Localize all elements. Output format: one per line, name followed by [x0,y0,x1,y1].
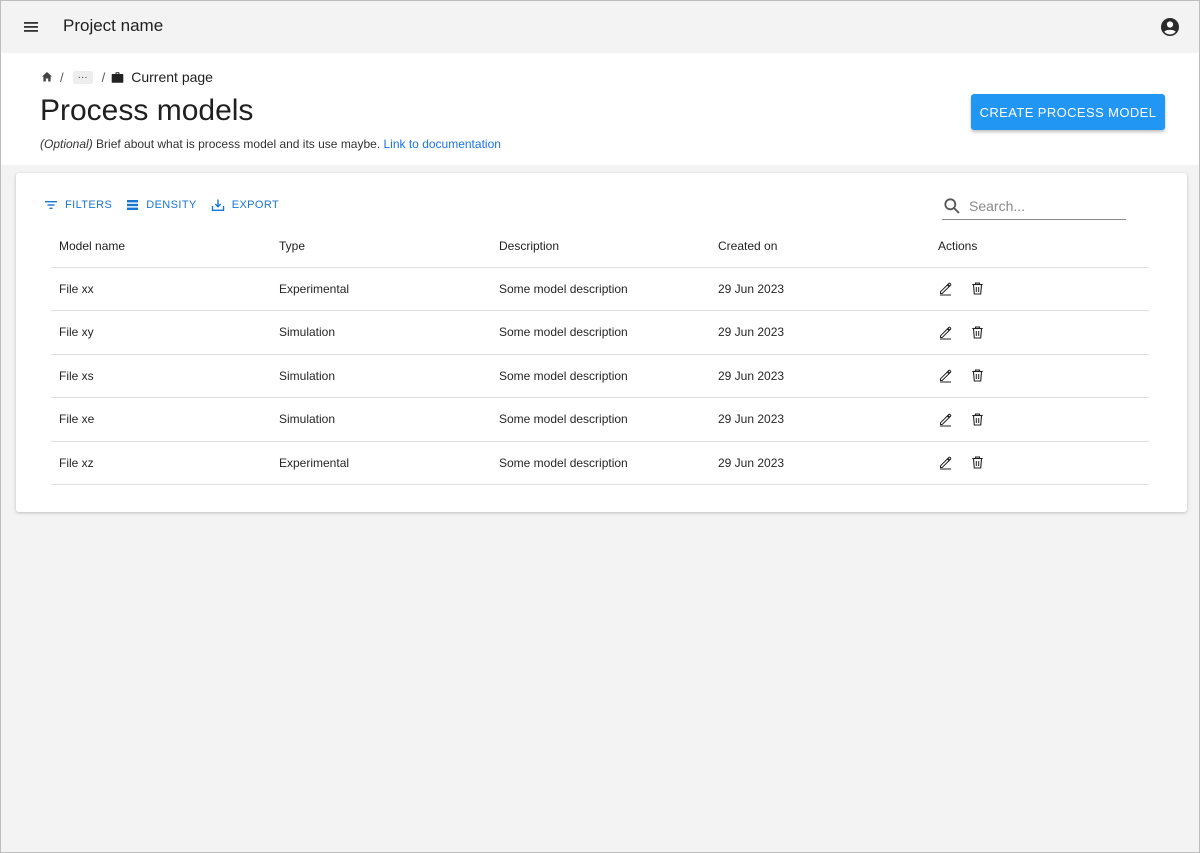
cell-created-on: 29 Jun 2023 [710,310,930,355]
cell-description: Some model description [491,267,710,311]
documentation-link[interactable]: Link to documentation [384,137,501,151]
filters-label: FILTERS [65,199,113,211]
cell-created-on: 29 Jun 2023 [710,267,930,311]
breadcrumb-separator: / [60,69,64,85]
create-process-model-button[interactable]: CREATE PROCESS MODEL [971,94,1165,130]
delete-icon[interactable] [970,455,985,470]
cell-created-on: 29 Jun 2023 [710,441,930,485]
optional-label: (Optional) [40,137,93,151]
account-circle-icon[interactable] [1159,16,1181,38]
breadcrumb-ellipsis[interactable]: ··· [72,70,93,84]
process-models-card: FILTERS DENSITY EXPORT Mode [16,173,1187,512]
edit-icon[interactable] [938,281,953,296]
cell-description: Some model description [491,310,710,355]
cell-created-on: 29 Jun 2023 [710,397,930,442]
delete-icon[interactable] [970,281,985,296]
cell-type: Simulation [271,397,491,442]
edit-icon[interactable] [938,455,953,470]
edit-icon[interactable] [938,368,953,383]
column-header-model-name[interactable]: Model name [51,225,271,268]
cell-description: Some model description [491,397,710,442]
cell-model-name: File xx [51,267,271,311]
delete-icon[interactable] [970,412,985,427]
cell-model-name: File xs [51,354,271,398]
cell-actions [930,354,1149,398]
table-row[interactable]: File xy Simulation Some model descriptio… [51,310,1149,355]
cell-description: Some model description [491,441,710,485]
table-toolbar: FILTERS DENSITY EXPORT [44,198,293,212]
column-header-type[interactable]: Type [271,225,491,268]
cell-actions [930,267,1149,311]
app-title: Project name [63,16,164,35]
cell-actions [930,310,1149,355]
export-icon [211,199,224,211]
breadcrumb-separator: / [101,69,106,85]
cell-description: Some model description [491,354,710,398]
table-row[interactable]: File xx Experimental Some model descript… [51,267,1149,311]
briefcase-icon [111,71,124,84]
edit-icon[interactable] [938,412,953,427]
cell-created-on: 29 Jun 2023 [710,354,930,398]
cell-type: Simulation [271,310,491,355]
cell-type: Experimental [271,267,491,311]
table-header-row: Model name Type Description Created on A… [51,225,1149,268]
process-models-table: Model name Type Description Created on A… [51,225,1149,485]
cell-model-name: File xz [51,441,271,485]
delete-icon[interactable] [970,325,985,340]
table-row[interactable]: File xe Simulation Some model descriptio… [51,397,1149,442]
page-description: (Optional) Brief about what is process m… [40,137,501,151]
column-header-actions: Actions [930,225,1149,268]
table-row[interactable]: File xz Experimental Some model descript… [51,441,1149,485]
delete-icon[interactable] [970,368,985,383]
page-title: Process models [40,94,254,127]
cell-type: Experimental [271,441,491,485]
density-icon [127,200,139,210]
home-icon[interactable] [40,70,54,84]
search-input[interactable] [969,198,1119,214]
filters-button[interactable]: FILTERS [44,199,112,211]
edit-icon[interactable] [938,325,953,340]
export-button[interactable]: EXPORT [211,198,279,212]
breadcrumb: / ··· / Current page [40,69,213,85]
search-field [942,193,1126,220]
cell-model-name: File xe [51,397,271,442]
cell-model-name: File xy [51,310,271,355]
cell-actions [930,397,1149,442]
page-header: / ··· / Current page Process models (Opt… [1,53,1199,165]
cell-actions [930,441,1149,485]
hamburger-menu-icon[interactable] [19,17,43,37]
table-row[interactable]: File xs Simulation Some model descriptio… [51,354,1149,398]
description-text: Brief about what is process model and it… [92,137,384,151]
column-header-description[interactable]: Description [491,225,710,268]
density-label: DENSITY [146,199,197,211]
column-header-created-on[interactable]: Created on [710,225,930,268]
search-icon [944,198,960,214]
export-label: EXPORT [231,199,280,211]
cell-type: Simulation [271,354,491,398]
density-button[interactable]: DENSITY [126,199,196,211]
breadcrumb-current: Current page [131,69,213,85]
filter-icon [45,201,57,209]
app-bar: Project name [1,1,1199,53]
